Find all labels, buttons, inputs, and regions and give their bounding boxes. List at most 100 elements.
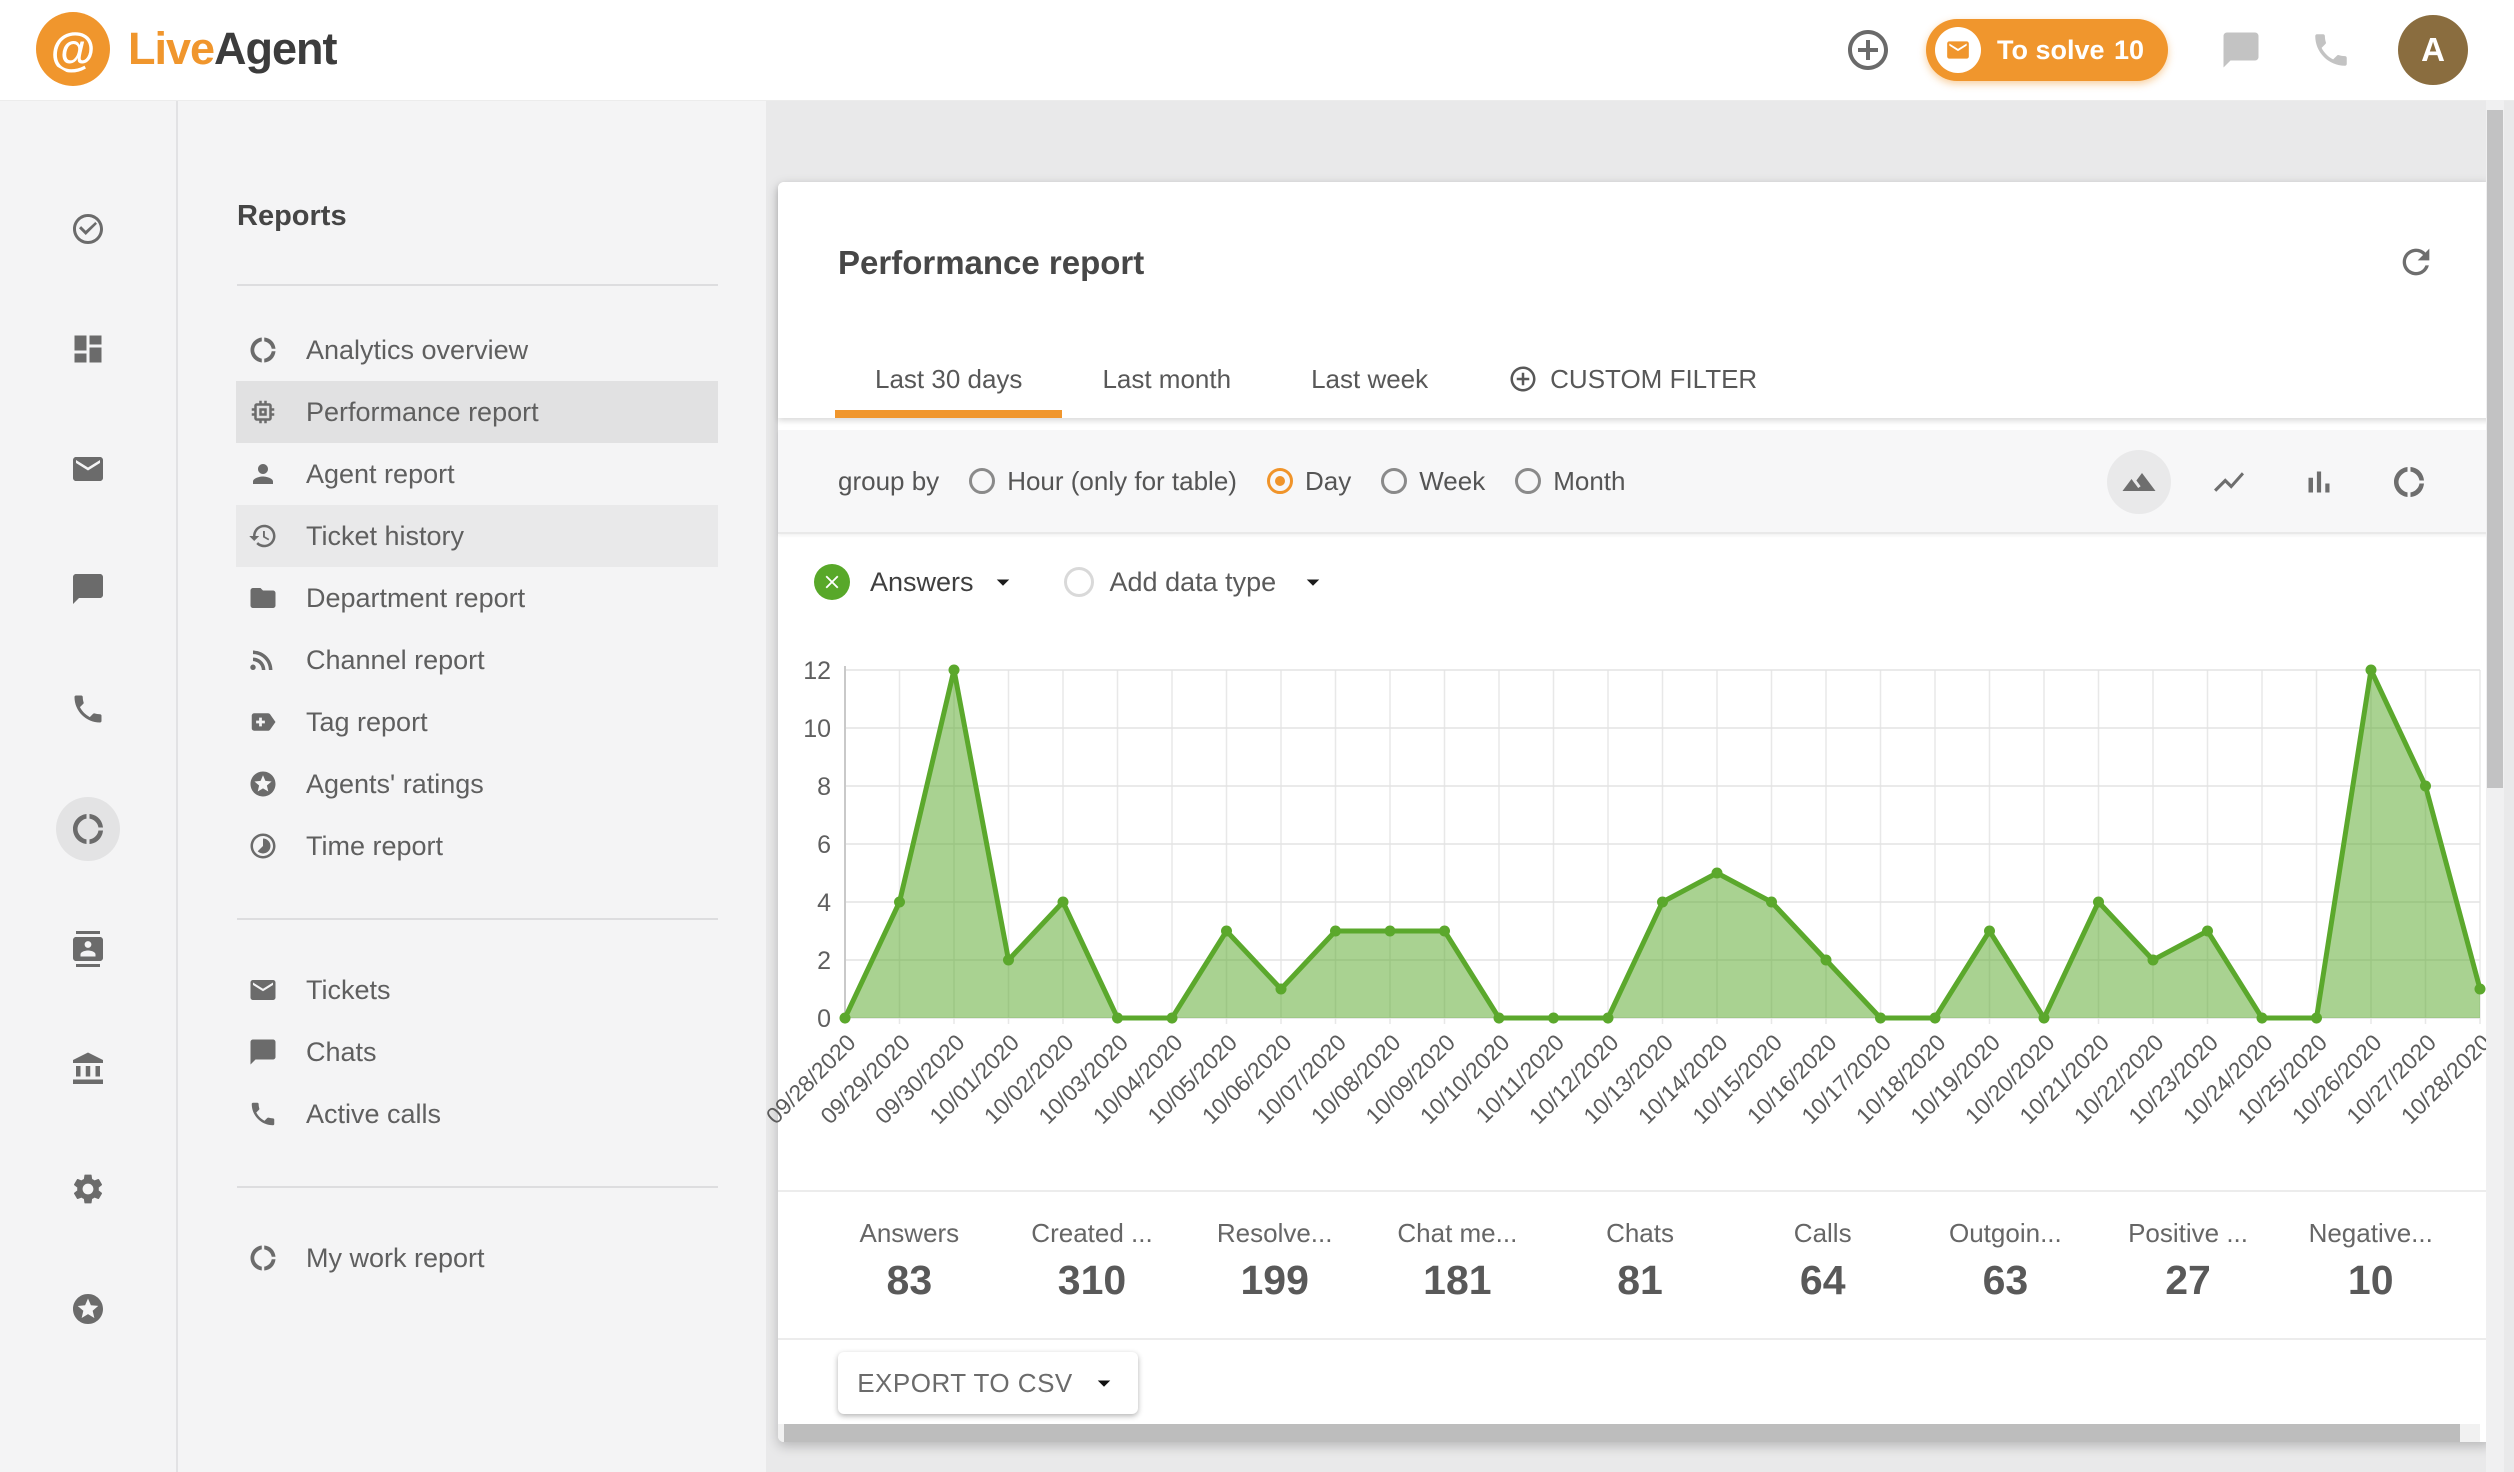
performance-report-card: Performance report Last 30 days Last mon… bbox=[778, 182, 2492, 1442]
nav-item[interactable]: Chats bbox=[236, 1021, 718, 1083]
person-icon bbox=[248, 459, 278, 489]
data-type-row: Answers Add data type bbox=[778, 534, 2492, 630]
badge-icon bbox=[70, 931, 106, 967]
nav-item[interactable]: Performance report bbox=[236, 381, 718, 443]
avatar[interactable]: A bbox=[2398, 15, 2468, 85]
rss-icon bbox=[248, 645, 278, 675]
group-by-label: group by bbox=[838, 466, 939, 497]
rail-item[interactable] bbox=[56, 1157, 120, 1221]
stat[interactable]: Positive ... 27 bbox=[2097, 1192, 2280, 1338]
series-chip-label: Answers bbox=[870, 567, 974, 598]
export-to-csv-button[interactable]: EXPORT TO CSV bbox=[838, 1352, 1138, 1414]
nav-group-footer: My work report bbox=[236, 1227, 718, 1289]
stat-value: 63 bbox=[1914, 1257, 2097, 1304]
card-header: Performance report Last 30 days Last mon… bbox=[778, 182, 2492, 418]
chart-type-button[interactable] bbox=[2107, 450, 2171, 514]
stat-value: 64 bbox=[1731, 1257, 1914, 1304]
radio-label: Day bbox=[1305, 466, 1351, 497]
tab[interactable]: Last week bbox=[1271, 340, 1468, 418]
bank-icon bbox=[70, 1051, 106, 1087]
tag-icon bbox=[248, 707, 278, 737]
to-solve-count: 10 bbox=[2114, 35, 2144, 66]
chart-type-button[interactable] bbox=[2287, 450, 2351, 514]
stat[interactable]: Answers 83 bbox=[818, 1192, 1001, 1338]
svg-text:6: 6 bbox=[817, 831, 831, 859]
star-circle-icon bbox=[248, 769, 278, 799]
line-chart-icon bbox=[2211, 464, 2247, 500]
stat[interactable]: Resolve... 199 bbox=[1183, 1192, 1366, 1338]
rail-item[interactable] bbox=[56, 917, 120, 981]
chevron-down-icon[interactable] bbox=[988, 567, 1018, 597]
nav-item[interactable]: Ticket history bbox=[236, 505, 718, 567]
stat[interactable]: Chats 81 bbox=[1549, 1192, 1732, 1338]
stat[interactable]: Negative... 10 bbox=[2279, 1192, 2462, 1338]
nav-item[interactable]: My work report bbox=[236, 1227, 718, 1289]
nav-item[interactable]: Agent report bbox=[236, 443, 718, 505]
stat[interactable]: Created ... 310 bbox=[1001, 1192, 1184, 1338]
tab-label: Last month bbox=[1102, 364, 1231, 395]
add-new-icon[interactable] bbox=[1844, 26, 1892, 74]
logo-agent: Agent bbox=[214, 23, 337, 74]
rail-item[interactable] bbox=[56, 197, 120, 261]
nav-item[interactable]: Time report bbox=[236, 815, 718, 877]
svg-text:0: 0 bbox=[817, 1005, 831, 1033]
rail-item[interactable] bbox=[56, 317, 120, 381]
refresh-icon[interactable] bbox=[2396, 242, 2436, 282]
check-circle-icon bbox=[70, 211, 106, 247]
stat-value: 83 bbox=[818, 1257, 1001, 1304]
vertical-scrollbar-thumb[interactable] bbox=[2487, 110, 2503, 788]
donut-icon bbox=[248, 335, 278, 365]
group-by-radio[interactable]: Week bbox=[1381, 466, 1485, 497]
nav-item[interactable]: Channel report bbox=[236, 629, 718, 691]
horizontal-scrollbar-thumb[interactable] bbox=[784, 1424, 2460, 1442]
svg-text:12: 12 bbox=[803, 657, 831, 685]
summary-stats-row: Answers 83 Created ... 310 Resolve... 19… bbox=[778, 1190, 2492, 1340]
phone-icon bbox=[70, 691, 106, 727]
stat[interactable]: Chat me... 181 bbox=[1366, 1192, 1549, 1338]
chat-icon[interactable] bbox=[2220, 29, 2262, 71]
phone-icon[interactable] bbox=[2310, 29, 2352, 71]
nav-item[interactable]: Active calls bbox=[236, 1083, 718, 1145]
stat-value: 27 bbox=[2097, 1257, 2280, 1304]
group-by-options: Hour (only for table) Day Week M bbox=[939, 466, 1625, 497]
rail-item[interactable] bbox=[56, 797, 120, 861]
rail-item[interactable] bbox=[56, 677, 120, 741]
nav-item[interactable]: Analytics overview bbox=[236, 319, 718, 381]
rail-item[interactable] bbox=[56, 437, 120, 501]
nav-item[interactable]: Tickets bbox=[236, 959, 718, 1021]
vertical-scrollbar[interactable] bbox=[2486, 100, 2504, 1472]
group-by-radio[interactable]: Hour (only for table) bbox=[969, 466, 1237, 497]
close-icon bbox=[821, 571, 843, 593]
rail-item[interactable] bbox=[56, 1037, 120, 1101]
group-by-radio[interactable]: Month bbox=[1515, 466, 1625, 497]
area-chart: 02468101209/28/202009/29/202009/30/20201… bbox=[778, 630, 2492, 1190]
rail-item[interactable] bbox=[56, 1277, 120, 1341]
stat[interactable]: Calls 64 bbox=[1731, 1192, 1914, 1338]
gear-icon bbox=[70, 1171, 106, 1207]
rail-item[interactable] bbox=[56, 557, 120, 621]
nav-item[interactable]: Department report bbox=[236, 567, 718, 629]
mail-icon bbox=[248, 975, 278, 1005]
to-solve-button[interactable]: To solve 10 bbox=[1926, 19, 2168, 81]
add-data-type-radio[interactable] bbox=[1064, 567, 1094, 597]
liveagent-logo: @ LiveAgent bbox=[36, 12, 337, 86]
chevron-down-icon[interactable] bbox=[1298, 567, 1328, 597]
group-by-radio[interactable]: Day bbox=[1267, 466, 1351, 497]
nav-item-label: Tickets bbox=[306, 975, 391, 1006]
to-solve-label: To solve bbox=[1997, 35, 2105, 66]
svg-text:8: 8 bbox=[817, 773, 831, 801]
horizontal-scrollbar[interactable] bbox=[778, 1424, 2480, 1442]
tab[interactable]: Last month bbox=[1062, 340, 1271, 418]
nav-item[interactable]: Agents' ratings bbox=[236, 753, 718, 815]
stat[interactable]: Outgoin... 63 bbox=[1914, 1192, 2097, 1338]
remove-series-button[interactable] bbox=[814, 564, 850, 600]
envelope-icon bbox=[1935, 27, 1981, 73]
nav-item-label: Chats bbox=[306, 1037, 377, 1068]
chart-type-button[interactable] bbox=[2197, 450, 2261, 514]
nav-item[interactable]: Tag report bbox=[236, 691, 718, 753]
tab[interactable]: Last 30 days bbox=[835, 340, 1062, 418]
chart-type-button[interactable] bbox=[2377, 450, 2441, 514]
divider bbox=[237, 284, 718, 286]
stat-label: Resolve... bbox=[1183, 1218, 1366, 1249]
tab[interactable]: CUSTOM FILTER bbox=[1468, 340, 1797, 418]
